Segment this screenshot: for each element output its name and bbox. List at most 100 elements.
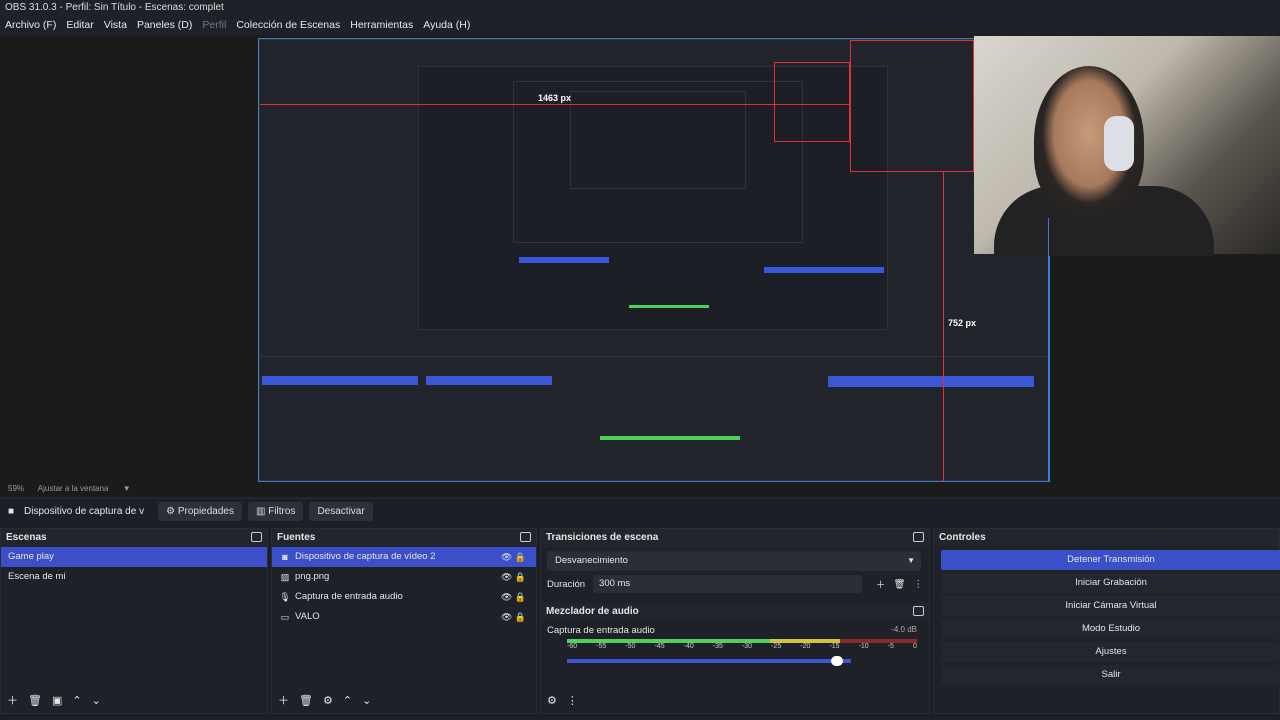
filters-label: Filtros [268,506,296,517]
popout-icon[interactable] [913,606,924,616]
start-virtual-camera-button[interactable]: Iniciar Cámara Virtual [941,596,1280,616]
scenes-title: Escenas [6,532,47,543]
duration-row: Duración 300 ms ＋ 🗑 ⋮ [541,571,929,597]
measure-width-label: 1463 px [538,93,572,103]
mixer-toolbar: ⚙ ⋮ [541,691,929,709]
selection-box-nested [774,62,850,142]
menu-coleccion-escenas[interactable]: Colección de Escenas [236,16,340,34]
duration-field[interactable]: 300 ms [593,575,862,593]
source-label: VALO [295,611,320,622]
meter-tick-label: -25 [771,643,782,650]
menu-archivo[interactable]: Archivo (F) [5,16,56,34]
stop-stream-button[interactable]: Detener Transmisión [941,550,1280,570]
mic-icon: 🎙 [279,592,291,602]
source-toolbar: ■ Dispositivo de captura de v ⚙ Propieda… [0,498,1280,524]
meter-tick-label: -15 [829,643,840,650]
eye-lock-icons[interactable]: 👁 🔒 [501,587,526,607]
mixer-db: -4.0 dB [891,625,917,634]
menu-herramientas[interactable]: Herramientas [350,16,413,34]
settings-button[interactable]: Ajustes [941,642,1280,662]
add-icon[interactable]: ＋ [278,692,289,708]
more-icon[interactable]: ⋮ [567,694,578,707]
transition-value: Desvanecimiento [555,555,628,566]
source-label: Dispositivo de captura de vídeo 2 [295,551,436,562]
source-item[interactable]: 🎙 Captura de entrada audio 👁 🔒 [272,587,536,607]
arrow-down-icon[interactable]: ⌄ [92,694,101,707]
nested-capture-4 [570,91,746,189]
meter-tick-label: 0 [912,643,917,650]
arrow-up-icon[interactable]: ⌃ [72,694,81,707]
headphones-icon [1104,116,1134,171]
transitions-dock: Transiciones de escena Desvanecimiento ▼… [540,528,930,714]
nested-capture-3 [513,81,803,243]
sources-dock: Fuentes ◙ Dispositivo de captura de víde… [271,528,537,714]
source-item[interactable]: ▨ png.png 👁 🔒 [272,567,536,587]
chevron-down-icon[interactable]: ▼ [123,484,131,493]
camera-icon: ■ [7,506,15,517]
studio-mode-button[interactable]: Modo Estudio [941,619,1280,639]
meter-tick-label: -55 [596,643,607,650]
menu-editar[interactable]: Editar [66,16,93,34]
preview-area[interactable]: 1463 px 752 px [0,36,1280,482]
popout-icon[interactable] [913,532,924,542]
transition-select[interactable]: Desvanecimiento ▼ [547,551,921,571]
camera-icon: ◙ [282,552,288,562]
more-icon[interactable]: ⋮ [914,579,924,590]
meter-tick-label: -45 [654,643,665,650]
filters-button[interactable]: ▥ Filtros [247,502,304,521]
selected-source-name: Dispositivo de captura de v [24,506,145,517]
measure-height-label: 752 px [948,318,977,328]
filter-icon[interactable]: ▣ [52,694,62,707]
eye-lock-icons[interactable]: 👁 🔒 [501,547,526,567]
volume-slider[interactable] [567,656,851,666]
eye-lock-icons[interactable]: 👁 🔒 [501,567,526,587]
add-icon[interactable]: ＋ [7,692,18,708]
meter-tick-label: -60 [567,643,578,650]
zoom-percent: 59% [8,484,25,493]
trash-icon[interactable]: 🗑 [893,579,905,590]
properties-button[interactable]: ⚙ Propiedades [158,502,242,521]
zoom-row: 59% Ajustar a la ventana ▼ [0,482,1280,496]
meter-tick-label: -40 [683,643,694,650]
mixer-title: Mezclador de audio [546,606,639,617]
menu-bar: Archivo (F) Editar Vista Paneles (D) Per… [0,16,1280,34]
window-title: OBS 31.0.3 - Perfil: Sin Título - Escena… [0,0,1280,16]
arrow-up-icon[interactable]: ⌃ [343,694,352,707]
chevron-down-icon: ▼ [907,556,915,565]
scene-item[interactable]: Escena de mi [1,567,267,587]
meter-tick-label: -5 [887,643,894,650]
arrow-down-icon[interactable]: ⌄ [362,694,371,707]
menu-paneles[interactable]: Paneles (D) [137,16,192,34]
settings-icon[interactable]: ⚙ [547,694,557,707]
meter-tick-label: -20 [800,643,811,650]
controls-title: Controles [939,532,986,543]
sources-title: Fuentes [277,532,316,543]
exit-button[interactable]: Salir [941,665,1280,685]
eye-lock-icons[interactable]: 👁 🔒 [501,607,526,627]
measure-line-h [260,104,850,105]
trash-icon[interactable]: 🗑 [28,694,42,707]
audio-meter: -60 -55 -50 -45 -40 -35 -30 -25 -20 -15 -10 -5 0 [567,639,917,650]
meter-tick-label: -50 [625,643,636,650]
zoom-fit-select[interactable]: Ajustar a la ventana [38,484,109,493]
controls-dock: Controles Detener Transmisión Iniciar Gr… [933,528,1280,714]
scenes-toolbar: ＋ 🗑 ▣ ⌃ ⌄ [1,691,267,709]
volume-knob[interactable] [830,656,843,666]
sources-toolbar: ＋ 🗑 ⚙ ⌃ ⌄ [272,691,536,709]
add-transition-icon[interactable]: ＋ [876,577,886,591]
deactivate-button[interactable]: Desactivar [309,502,373,521]
start-recording-button[interactable]: Iniciar Grabación [941,573,1280,593]
selection-box[interactable] [850,40,974,172]
gear-icon[interactable]: ⚙ [323,694,333,707]
transitions-title: Transiciones de escena [546,532,659,543]
menu-ayuda[interactable]: Ayuda (H) [423,16,470,34]
source-item[interactable]: ▭ VALO 👁 🔒 [272,607,536,627]
popout-icon[interactable] [520,532,531,542]
measure-line-v [943,172,944,482]
source-item[interactable]: ◙ Dispositivo de captura de vídeo 2 👁 🔒 [272,547,536,567]
menu-vista[interactable]: Vista [104,16,127,34]
trash-icon[interactable]: 🗑 [299,694,313,707]
popout-icon[interactable] [251,532,262,542]
scene-item[interactable]: Game play [1,547,267,567]
menu-perfil[interactable]: Perfil [202,16,226,34]
